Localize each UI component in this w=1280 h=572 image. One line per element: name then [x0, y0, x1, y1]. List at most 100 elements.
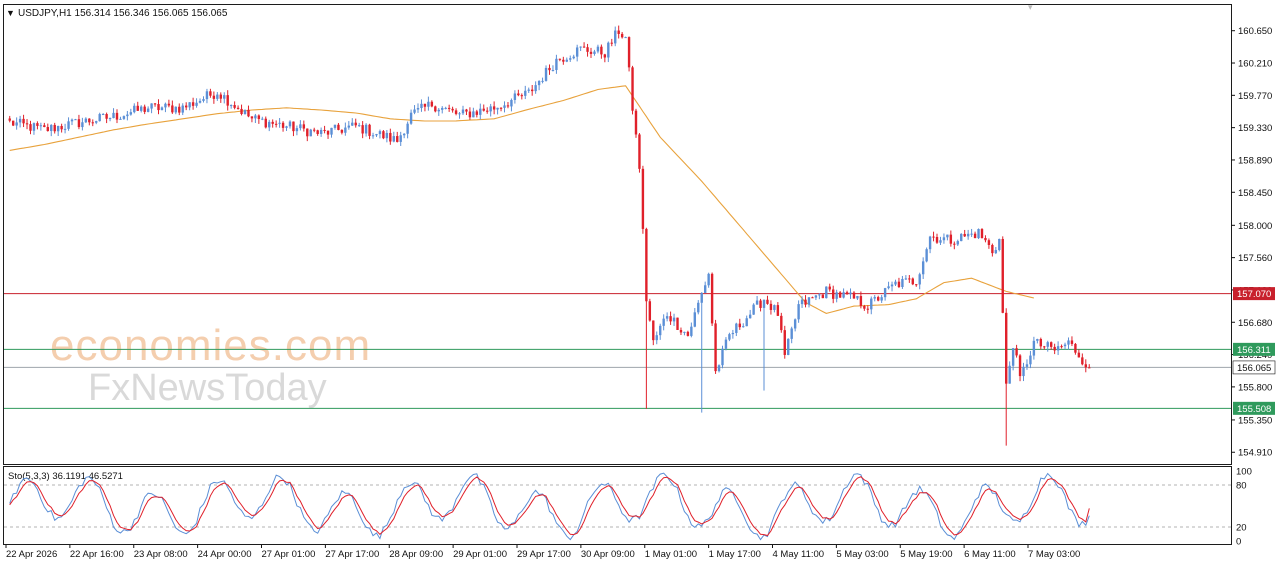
candle	[482, 104, 485, 112]
candle	[108, 117, 112, 122]
candle	[385, 130, 389, 143]
candle-body	[281, 122, 285, 128]
candle	[492, 101, 496, 115]
candle-body	[454, 110, 458, 114]
dropdown-arrow-icon[interactable]: ▼	[6, 8, 15, 18]
candle-body	[748, 314, 752, 319]
candle	[454, 108, 458, 116]
chart-canvas[interactable]: economies.com FxNewsToday ▼ USDJPY,H1 15…	[0, 0, 1280, 567]
candle	[496, 107, 499, 115]
candle	[956, 239, 959, 247]
candle	[918, 272, 921, 290]
candle-body	[351, 122, 354, 126]
candle	[136, 101, 139, 111]
candle-body	[717, 365, 721, 372]
candle-body	[84, 118, 88, 123]
candle	[901, 275, 904, 289]
candle-body	[953, 243, 956, 245]
candle	[921, 257, 925, 279]
x-tick-label: 23 Apr 08:00	[134, 549, 188, 560]
candle	[942, 233, 946, 244]
candle-body	[1077, 352, 1081, 358]
candle	[60, 123, 63, 133]
candle	[845, 290, 849, 295]
candle	[389, 128, 392, 145]
candle-body	[1074, 343, 1077, 353]
candle-body	[735, 323, 738, 333]
candle	[832, 285, 835, 304]
candle-body	[261, 118, 264, 120]
x-tick-label: 1 May 17:00	[709, 549, 761, 560]
candle	[39, 122, 43, 131]
candle	[84, 117, 88, 124]
candle	[129, 108, 133, 116]
candle-body	[676, 317, 679, 330]
candle	[551, 65, 555, 72]
candle	[984, 235, 987, 243]
candle	[77, 114, 81, 130]
candle-body	[866, 308, 870, 310]
candle	[569, 55, 572, 62]
candle-body	[344, 127, 347, 133]
candle	[36, 121, 39, 130]
trading-chart[interactable]: economies.com FxNewsToday ▼ USDJPY,H1 15…	[0, 0, 1280, 567]
candle	[472, 107, 475, 118]
candle-body	[610, 42, 613, 44]
candle	[970, 228, 973, 237]
candle-body	[721, 348, 724, 366]
candle-body	[292, 121, 295, 132]
candle-body	[911, 278, 914, 285]
candle	[364, 123, 368, 137]
candle-body	[216, 94, 219, 99]
candle	[74, 118, 77, 121]
candle-body	[409, 112, 413, 124]
candle	[1018, 354, 1022, 382]
candle-body	[928, 236, 932, 250]
candle	[122, 115, 126, 120]
candle-body	[797, 304, 800, 320]
candle	[299, 120, 302, 131]
candle	[330, 127, 333, 138]
y-tick-label: 154.910	[1238, 448, 1272, 459]
candle	[887, 281, 890, 290]
candle	[697, 300, 700, 315]
panel-arrow-icon[interactable]: ▾	[1028, 2, 1033, 12]
candle	[63, 123, 67, 134]
x-tick-label: 27 Apr 17:00	[325, 549, 379, 560]
candle-body	[1008, 365, 1011, 384]
candle-body	[960, 233, 963, 242]
candle	[603, 53, 607, 63]
candle	[458, 112, 461, 119]
candle-body	[572, 56, 575, 59]
candle-body	[316, 130, 319, 134]
candle	[949, 230, 953, 247]
candle-body	[53, 124, 56, 132]
candle	[1022, 362, 1025, 382]
candle	[510, 98, 513, 112]
candle	[257, 114, 261, 124]
candle	[762, 299, 766, 391]
candle	[866, 305, 870, 314]
candle	[828, 283, 831, 292]
candle	[731, 329, 735, 339]
candle-body	[444, 107, 447, 109]
candle-body	[1022, 366, 1025, 377]
level-tag-text: 155.508	[1237, 404, 1271, 415]
candle-body	[309, 129, 312, 137]
candle-body	[382, 131, 385, 139]
candle-body	[81, 122, 84, 128]
candle	[101, 113, 105, 116]
candle	[928, 235, 932, 254]
candle-body	[742, 326, 745, 328]
candle-body	[25, 123, 29, 125]
candle-body	[904, 278, 908, 280]
candle	[1070, 336, 1074, 347]
candle	[205, 88, 209, 104]
candle-body	[638, 134, 641, 169]
candle	[91, 119, 94, 127]
sto-signal-line	[9, 476, 1090, 537]
candle-body	[91, 122, 94, 124]
candle	[465, 108, 468, 116]
candle-body	[447, 107, 451, 109]
candle-body	[202, 99, 205, 101]
